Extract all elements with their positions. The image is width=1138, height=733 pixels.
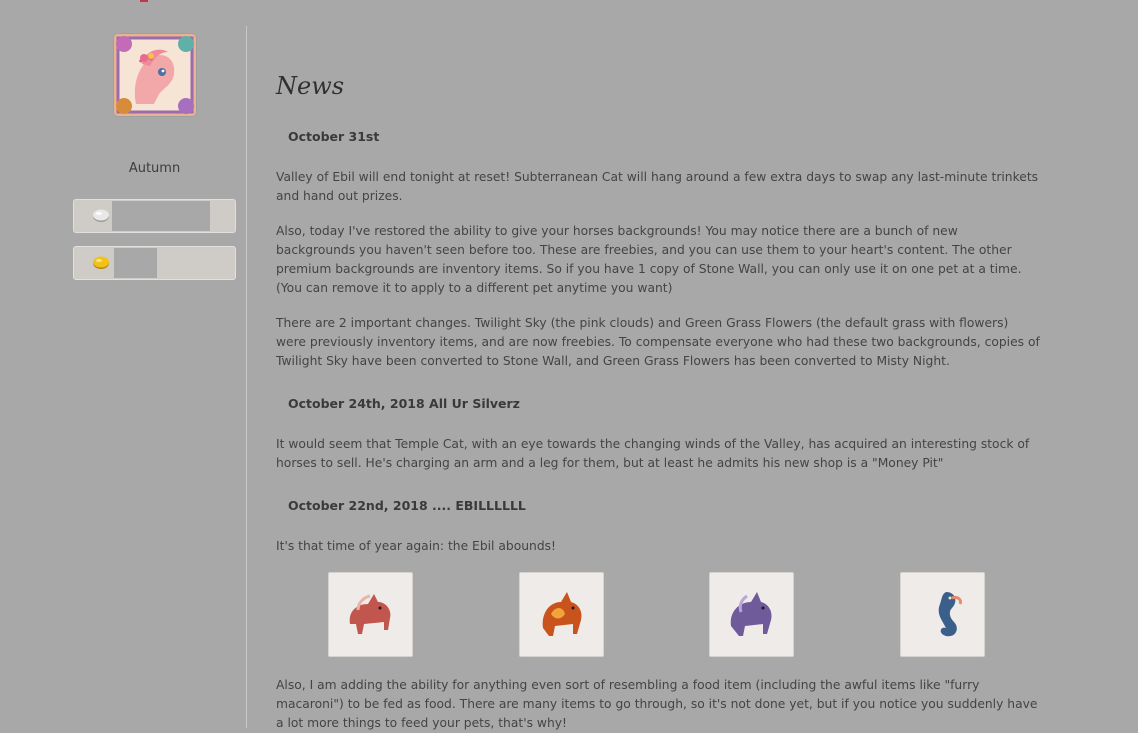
news-date-heading: October 22nd, 2018 .... EBILLLLLL	[288, 498, 526, 513]
news-date-heading: October 31st	[288, 129, 380, 144]
news-paragraph: Also, I am adding the ability for anythi…	[276, 678, 1038, 730]
seahorse-icon	[938, 592, 962, 637]
news-paragraph: It's that time of year again: the Ebil a…	[276, 539, 556, 553]
news-paragraph: Also, today I've restored the ability to…	[276, 224, 1022, 295]
horse-card[interactable]	[328, 572, 413, 657]
pony-avatar-icon	[114, 34, 196, 116]
horse-card[interactable]	[900, 572, 985, 657]
sidebar: Autumn	[0, 0, 246, 728]
gold-coin-icon	[93, 256, 109, 269]
purple-horse-icon	[730, 592, 772, 636]
silver-coin-icon	[93, 209, 109, 222]
horse-image-row	[328, 572, 988, 658]
silver-currency-bar[interactable]	[73, 199, 236, 233]
avatar[interactable]	[114, 34, 196, 116]
news-date-heading: October 24th, 2018 All Ur Silverz	[288, 396, 520, 411]
news-paragraph: Valley of Ebil will end tonight at reset…	[276, 170, 1039, 203]
gold-currency-bar[interactable]	[73, 246, 236, 280]
horse-card[interactable]	[709, 572, 794, 657]
news-paragraph: There are 2 important changes. Twilight …	[276, 316, 1040, 368]
fire-horse-icon	[542, 592, 582, 636]
horse-card[interactable]	[519, 572, 604, 657]
gold-amount-fill	[114, 248, 157, 278]
page-title: News	[276, 72, 345, 100]
username: Autumn	[128, 161, 181, 176]
silver-amount-fill	[112, 201, 210, 231]
news-paragraph: It would seem that Temple Cat, with an e…	[276, 437, 1030, 470]
red-horse-icon	[349, 594, 391, 634]
sidebar-divider	[246, 26, 247, 728]
